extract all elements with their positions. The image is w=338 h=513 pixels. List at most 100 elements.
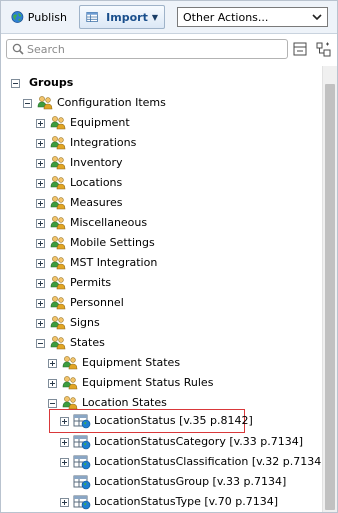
tree-node-location-status-group[interactable]: LocationStatusGroup [v.33 p.7134] [60, 472, 286, 492]
toolbar: Publish Import ▼ Other Actions... [1, 1, 337, 34]
group-people-icon [50, 236, 66, 250]
tree-node-label: Permits [70, 276, 112, 289]
table-globe-icon [73, 455, 91, 470]
expand-toggle[interactable] [36, 118, 45, 128]
expand-toggle[interactable] [60, 457, 69, 467]
tree-node-personnel[interactable]: Personnel [36, 293, 124, 313]
expand-toggle[interactable] [48, 378, 57, 388]
search-row [1, 34, 337, 66]
tree-node-label: Groups [29, 76, 74, 89]
tree-node-label: LocationStatusClassification [v.32 p.713… [94, 455, 322, 468]
table-import-icon [86, 12, 98, 22]
expand-toggle[interactable] [36, 178, 45, 188]
globe-icon [11, 11, 24, 23]
tree-node-label: LocationStatusGroup [v.33 p.7134] [94, 475, 287, 488]
tree-node-equipment-states[interactable]: Equipment States [48, 353, 180, 373]
group-people-icon [50, 316, 66, 330]
expand-toggle[interactable] [36, 198, 45, 208]
tree-node-label: States [70, 336, 105, 349]
tree-node-miscellaneous[interactable]: Miscellaneous [36, 213, 147, 233]
group-people-icon [62, 376, 78, 390]
group-people-icon [50, 196, 66, 210]
import-label: Import [106, 10, 148, 24]
tree-node-mobile-settings[interactable]: Mobile Settings [36, 233, 155, 253]
import-button[interactable]: Import ▼ [79, 5, 165, 29]
publish-label: Publish [27, 10, 67, 24]
new-node-icon[interactable] [315, 41, 331, 57]
scrollbar-thumb[interactable] [325, 84, 335, 510]
tree-node-label: LocationStatusCategory [v.33 p.7134] [94, 435, 304, 448]
publish-button[interactable]: Publish [5, 5, 73, 29]
tree-node-equipment[interactable]: Equipment [36, 113, 130, 133]
table-globe-icon [73, 414, 91, 429]
expand-toggle[interactable] [36, 138, 45, 148]
tree-node-label: Equipment Status Rules [82, 376, 214, 389]
expand-toggle[interactable] [36, 158, 45, 168]
expand-toggle[interactable] [36, 218, 45, 228]
tree-node-groups[interactable]: Groups [11, 73, 73, 93]
tree-node-location-status[interactable]: LocationStatus [v.35 p.8142] [60, 411, 253, 431]
group-people-icon [50, 176, 66, 190]
search-icon [12, 43, 24, 55]
group-people-icon [50, 336, 66, 350]
tree-node-states[interactable]: States [36, 333, 105, 353]
expand-toggle[interactable] [60, 437, 69, 447]
expand-toggle[interactable] [60, 416, 69, 426]
group-people-icon [50, 296, 66, 310]
group-people-icon [50, 156, 66, 170]
chevron-down-icon [309, 9, 325, 25]
search-field[interactable] [6, 39, 288, 59]
tree-node-location-status-type[interactable]: LocationStatusType [v.70 p.7134] [60, 492, 278, 512]
tree-node-label: Integrations [70, 136, 137, 149]
other-actions-value: Other Actions... [183, 10, 269, 24]
expand-toggle[interactable] [36, 278, 45, 288]
tree-node-configuration-items[interactable]: Configuration Items [23, 93, 166, 113]
tree-node-label: Inventory [70, 156, 123, 169]
group-people-icon [50, 136, 66, 150]
tree-node-label: Locations [70, 176, 123, 189]
tree-node-inventory[interactable]: Inventory [36, 153, 123, 173]
tree-node-label: Location States [82, 396, 167, 409]
tree-node-equipment-status-rules[interactable]: Equipment Status Rules [48, 373, 213, 393]
table-globe-icon [73, 435, 91, 450]
tree-scrollbar[interactable] [322, 66, 337, 512]
group-people-icon [50, 116, 66, 130]
expand-toggle[interactable] [60, 497, 69, 507]
tree-node-mst-integration[interactable]: MST Integration [36, 253, 157, 273]
search-input[interactable] [27, 41, 282, 57]
tree-node-label: Mobile Settings [70, 236, 155, 249]
group-people-icon [50, 276, 66, 290]
group-people-icon [62, 356, 78, 370]
tree-node-label: LocationStatusType [v.70 p.7134] [94, 495, 279, 508]
collapse-toggle[interactable] [23, 98, 32, 108]
tree-node-label: Personnel [70, 296, 124, 309]
group-tree: Groups Configuration Items Equipment Int… [1, 66, 322, 512]
table-globe-icon [73, 475, 91, 490]
collapse-toggle[interactable] [11, 78, 20, 88]
group-people-icon [50, 216, 66, 230]
tree-node-location-status-classification[interactable]: LocationStatusClassification [v.32 p.713… [60, 452, 322, 472]
expand-toggle[interactable] [36, 318, 45, 328]
table-globe-icon [73, 495, 91, 510]
other-actions-select[interactable]: Other Actions... [177, 7, 328, 27]
tree-node-measures[interactable]: Measures [36, 193, 122, 213]
tree-node-label: LocationStatus [v.35 p.8142] [94, 414, 253, 427]
expand-toggle[interactable] [36, 258, 45, 268]
tree-node-permits[interactable]: Permits [36, 273, 111, 293]
tree-node-location-status-category[interactable]: LocationStatusCategory [v.33 p.7134] [60, 432, 303, 452]
expand-toggle[interactable] [48, 358, 57, 368]
tree-node-label: MST Integration [70, 256, 158, 269]
collapse-toggle[interactable] [36, 338, 45, 348]
collapse-toggle[interactable] [48, 398, 57, 408]
app-window: Publish Import ▼ Other Actions... Search… [0, 0, 338, 513]
tree-node-integrations[interactable]: Integrations [36, 133, 136, 153]
tree-node-label: Equipment [70, 116, 130, 129]
group-people-icon [37, 96, 53, 110]
expand-toggle[interactable] [36, 298, 45, 308]
tree-node-label: Miscellaneous [70, 216, 148, 229]
expand-toggle[interactable] [36, 238, 45, 248]
collapse-all-icon[interactable] [293, 42, 307, 56]
tree-node-label: Measures [70, 196, 123, 209]
tree-node-signs[interactable]: Signs [36, 313, 100, 333]
tree-node-locations[interactable]: Locations [36, 173, 122, 193]
